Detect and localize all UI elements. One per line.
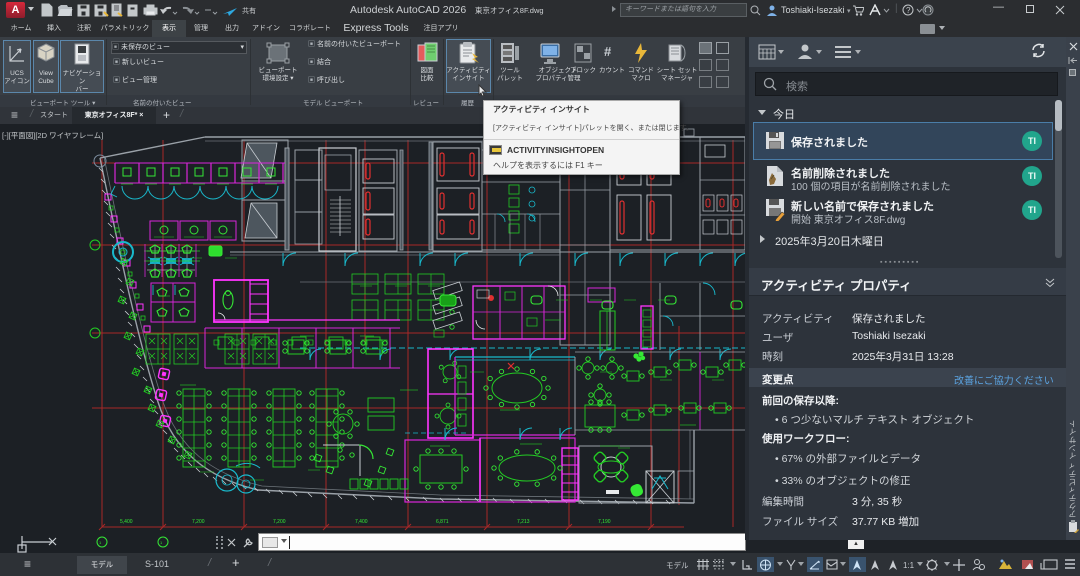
- svg-text:1: 1: [160, 540, 163, 545]
- svg-text:7,200: 7,200: [192, 519, 205, 525]
- svg-text:7,200: 7,200: [273, 519, 286, 525]
- svg-text:1:1: 1:1: [903, 561, 915, 570]
- svg-text:6,871: 6,871: [436, 519, 449, 525]
- svg-text:7,213: 7,213: [517, 519, 530, 525]
- svg-text:?: ?: [906, 6, 911, 15]
- svg-text:7,190: 7,190: [598, 519, 611, 525]
- svg-text:7,400: 7,400: [355, 519, 368, 525]
- svg-text:5,400: 5,400: [120, 519, 133, 525]
- svg-text:1: 1: [99, 540, 102, 545]
